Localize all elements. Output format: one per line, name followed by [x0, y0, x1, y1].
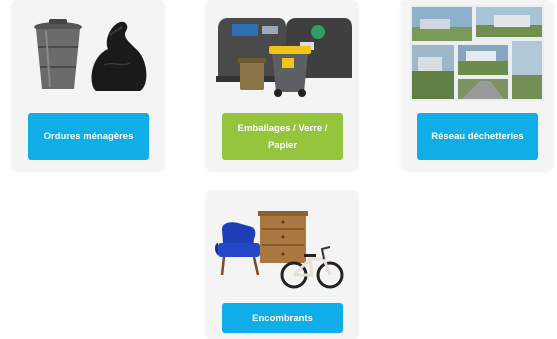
recycling-centers-photo-collage: [401, 0, 553, 106]
card-emballages-verre-papier[interactable]: Emballages / Verre / Papier: [206, 0, 358, 170]
reseau-dechetteries-button[interactable]: Réseau déchetteries: [417, 113, 538, 160]
ordures-menageres-button[interactable]: Ordures ménagères: [28, 113, 149, 160]
recycling-containers-image: [206, 0, 358, 104]
card-encombrants[interactable]: Encombrants: [206, 190, 358, 339]
emballages-verre-papier-button[interactable]: Emballages / Verre / Papier: [222, 113, 343, 160]
bulky-items-image: [206, 194, 358, 298]
card-ordures-menageres[interactable]: Ordures ménagères: [12, 0, 164, 170]
card-reseau-dechetteries[interactable]: Réseau déchetteries: [401, 0, 553, 170]
trash-bin-image: [12, 0, 164, 100]
encombrants-button[interactable]: Encombrants: [222, 303, 343, 333]
